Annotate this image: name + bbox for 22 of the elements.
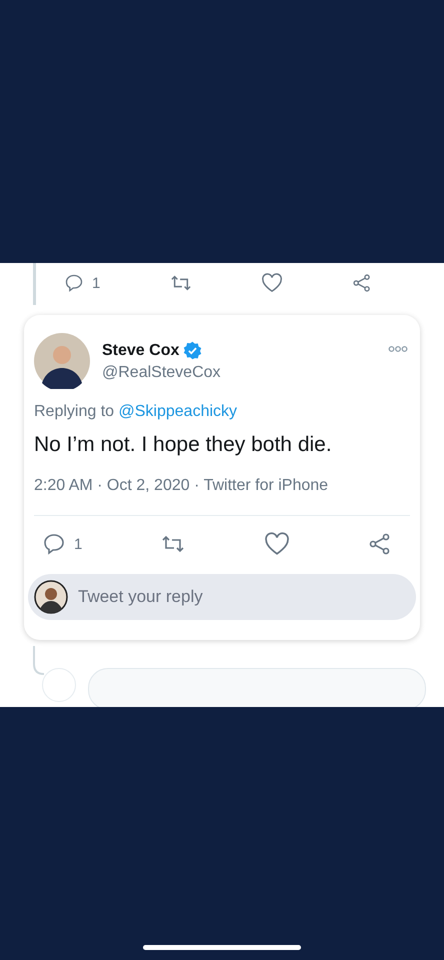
tweet-text: No I’m not. I hope they both die.: [34, 433, 333, 457]
reply-button[interactable]: 1: [64, 273, 100, 293]
speech-bubble-icon: [42, 532, 66, 556]
speech-bubble-icon: [64, 273, 84, 293]
avatar-icon: [34, 580, 68, 614]
author-handle: @RealSteveCox: [102, 364, 222, 382]
tweet-timestamp: 2:20 AM · Oct 2, 2020 · Twitter for iPhone: [34, 477, 330, 495]
mention-link[interactable]: @Skippeachicky: [118, 403, 238, 420]
heart-icon[interactable]: [260, 273, 283, 293]
retweet-icon[interactable]: [160, 533, 186, 555]
avatar-placeholder: [42, 668, 76, 702]
more-options-icon[interactable]: [388, 345, 408, 353]
replying-label: Replying to: [34, 403, 114, 420]
share-icon[interactable]: [368, 532, 392, 556]
avatar-icon: [34, 333, 90, 389]
reply-button[interactable]: 1: [42, 532, 82, 556]
thread-connector-icon: [33, 646, 45, 676]
author-name: Steve Cox: [102, 342, 180, 360]
heart-icon[interactable]: [264, 532, 290, 556]
reply-input-field[interactable]: Tweet your reply: [28, 574, 416, 620]
share-icon[interactable]: [352, 273, 372, 293]
retweet-icon[interactable]: [170, 273, 192, 293]
